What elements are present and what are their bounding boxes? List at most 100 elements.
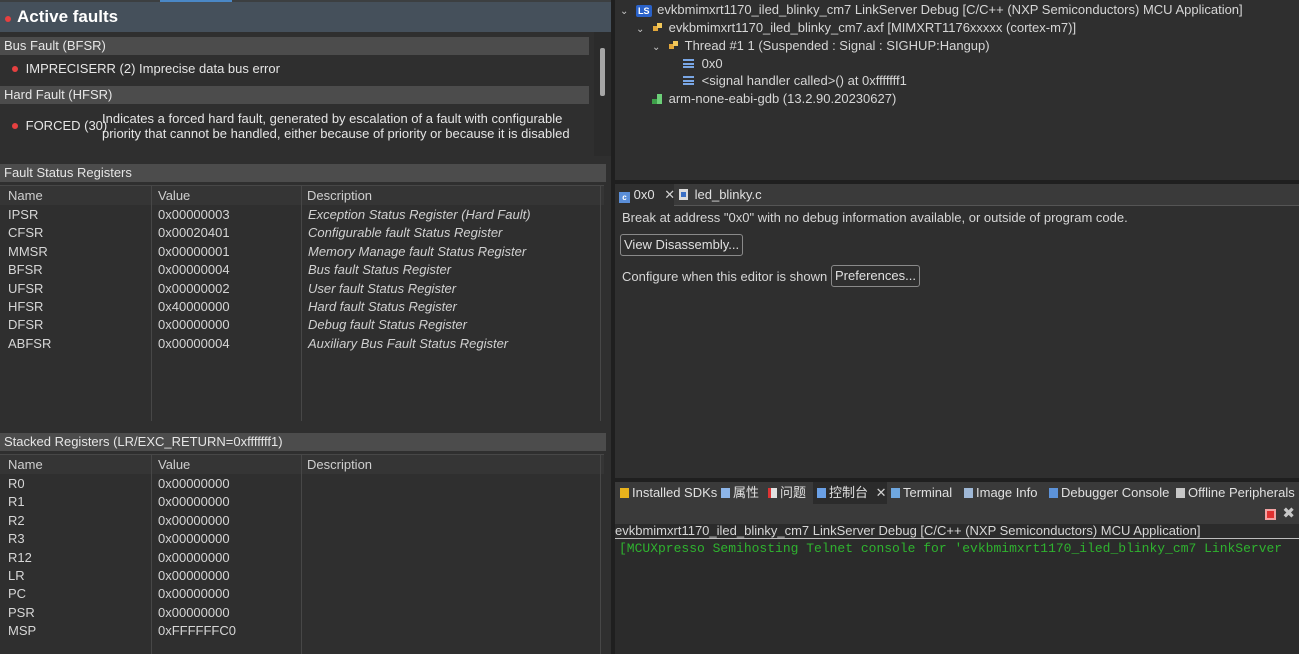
tab-label: 属性 (733, 485, 760, 500)
register-value: 0x00000000 (158, 476, 230, 491)
table-row[interactable]: BFSR 0x00000004 Bus fault Status Register (0, 261, 600, 279)
tab-label: led_blinky.c (694, 187, 762, 202)
editor-area: c 0x0 ✕ led_blinky.c Break at address "0… (615, 184, 1299, 478)
terminate-icon[interactable] (1265, 509, 1276, 520)
register-value: 0x00000003 (158, 207, 230, 222)
table-row[interactable]: HFSR 0x40000000 Hard fault Status Register (0, 298, 600, 316)
tree-item-frame[interactable]: 0x0 (683, 56, 723, 71)
close-icon[interactable]: ✕ (876, 485, 887, 500)
register-description: Memory Manage fault Status Register (308, 243, 527, 259)
tab-console[interactable]: 控制台 ✕ (813, 482, 887, 504)
table-row[interactable]: ABFSR 0x00000004 Auxiliary Bus Fault Statu… (0, 335, 600, 353)
register-value: 0x00000000 (158, 604, 230, 620)
launch-label: evkbmimxrt1170_iled_blinky_cm7 LinkServe… (657, 2, 1243, 17)
register-name: R0 (8, 476, 25, 491)
register-name: MSP (8, 623, 37, 639)
table-row[interactable]: R3 0x00000000 (0, 530, 600, 548)
active-faults-title: Active faults (17, 7, 119, 26)
linkserver-launch-icon: LS (636, 5, 652, 17)
peripherals-icon (1176, 488, 1185, 498)
column-header-value[interactable]: Value (158, 457, 190, 472)
fault-text: Imprecise data bus error (139, 61, 280, 76)
hard-fault-header: Hard Fault (HFSR) (0, 86, 589, 104)
close-icon[interactable]: ✕ (664, 187, 675, 202)
sdk-icon (620, 488, 629, 498)
editor-message: Break at address "0x0" with no debug inf… (622, 210, 1128, 225)
table-row[interactable]: PC 0x00000000 (0, 585, 600, 603)
remove-launch-icon[interactable]: ✖ (1282, 504, 1295, 522)
fault-status-registers-header: Fault Status Registers (0, 164, 606, 182)
tab-debugger-console[interactable]: Debugger Console (1049, 482, 1169, 504)
tab-image-info[interactable]: Image Info (964, 482, 1037, 504)
column-header-name[interactable]: Name (8, 188, 43, 203)
frame-label: <signal handler called>() at 0xfffffff1 (701, 73, 907, 88)
tree-item-launch[interactable]: ⌄ LS evkbmimxrt1170_iled_blinky_cm7 Link… (620, 2, 1243, 17)
column-header-name[interactable]: Name (8, 457, 43, 472)
register-description: Exception Status Register (Hard Fault) (308, 207, 531, 222)
image-info-icon (964, 488, 973, 498)
tab-led-blinky[interactable]: led_blinky.c (675, 184, 765, 206)
table-row[interactable]: MMSR 0x00000001 Memory Manage fault Status… (0, 243, 600, 261)
tree-item-process[interactable]: ⌄ evkbmimxrt1170_iled_blinky_cm7.axf [MI… (636, 20, 1076, 35)
register-value: 0x00000002 (158, 280, 230, 296)
tab-problems[interactable]: 问题 (768, 482, 806, 504)
register-description: Bus fault Status Register (308, 262, 452, 278)
thread-label: Thread #1 1 (Suspended : Signal : SIGHUP… (684, 38, 990, 53)
chevron-down-icon[interactable]: ⌄ (620, 6, 628, 17)
column-header-description[interactable]: Description (307, 188, 372, 203)
fault-bullet-icon (12, 123, 18, 129)
table-row[interactable]: R12 0x00000000 (0, 549, 600, 567)
table-row[interactable]: CFSR 0x00020401 Configurable fault Status … (0, 224, 600, 242)
tree-item-thread[interactable]: ⌄ Thread #1 1 (Suspended : Signal : SIGH… (652, 38, 990, 53)
register-name: PC (8, 586, 27, 602)
console-toolbar: ✖ (615, 504, 1299, 524)
register-name: DFSR (8, 317, 44, 333)
stack-frame-icon (683, 76, 694, 85)
register-value: 0x00000001 (158, 243, 230, 259)
table-row[interactable]: MSP 0xFFFFFFC0 (0, 622, 600, 640)
editor-tab-bar: c 0x0 ✕ led_blinky.c (615, 184, 1299, 206)
column-header-value[interactable]: Value (158, 188, 190, 203)
tab-label: Terminal (903, 485, 953, 500)
register-description: Auxiliary Bus Fault Status Register (308, 335, 509, 351)
tab-terminal[interactable]: Terminal (891, 482, 952, 504)
table-row[interactable]: R0 0x00000000 (0, 475, 600, 493)
active-faults-header: Active faults (0, 2, 611, 32)
right-pane: ⌄ LS evkbmimxrt1170_iled_blinky_cm7 Link… (615, 0, 1299, 654)
register-name: BFSR (8, 262, 43, 278)
table-row[interactable]: UFSR 0x00000002 User fault Status Register (0, 280, 600, 298)
tab-installed-sdks[interactable]: Installed SDKs (620, 482, 717, 504)
fault-bullet-icon (12, 66, 18, 72)
table-row[interactable]: R2 0x00000000 (0, 512, 600, 530)
preferences-button[interactable]: Preferences... (831, 265, 920, 287)
register-value: 0x00000000 (158, 317, 230, 333)
debug-view: ⌄ LS evkbmimxrt1170_iled_blinky_cm7 Link… (615, 0, 1299, 180)
tab-offline-peripherals[interactable]: Offline Peripherals (1176, 482, 1295, 504)
tab-properties[interactable]: 属性 (721, 482, 759, 504)
table-row[interactable]: IPSR 0x00000003 Exception Status Register … (0, 206, 600, 224)
faults-scrollbar[interactable] (594, 32, 611, 156)
register-name: UFSR (8, 280, 44, 296)
table-row[interactable]: DFSR 0x00000000 Debug fault Status Registe… (0, 316, 600, 334)
tab-0x0[interactable]: c 0x0 ✕ (615, 184, 675, 206)
column-header-description[interactable]: Description (307, 457, 372, 472)
chevron-down-icon[interactable]: ⌄ (652, 42, 660, 53)
register-value: 0x40000000 (158, 299, 230, 314)
bus-fault-header: Bus Fault (BFSR) (0, 37, 589, 55)
tree-item-gdb[interactable]: arm-none-eabi-gdb (13.2.90.20230627) (651, 91, 896, 106)
register-description: User fault Status Register (308, 280, 457, 296)
register-name: R3 (8, 531, 25, 547)
tree-item-frame[interactable]: <signal handler called>() at 0xfffffff1 (683, 73, 907, 88)
view-disassembly-button[interactable]: View Disassembly... (620, 234, 744, 256)
c-file-icon: c (619, 192, 630, 203)
scrollbar-thumb[interactable] (600, 48, 605, 96)
table-row[interactable]: R1 0x00000000 (0, 493, 600, 511)
process-icon (653, 23, 663, 31)
table-row[interactable]: PSR 0x00000000 (0, 604, 600, 622)
console-output[interactable]: [MCUXpresso Semihosting Telnet console f… (619, 541, 1282, 556)
fault-item: IMPRECISERR (2) Imprecise data bus error (12, 61, 280, 76)
register-value: 0x00000000 (158, 494, 230, 510)
stacked-registers-header: Stacked Registers (LR/EXC_RETURN=0xfffff… (0, 433, 606, 451)
table-row[interactable]: LR 0x00000000 (0, 567, 600, 585)
chevron-down-icon[interactable]: ⌄ (636, 24, 644, 35)
